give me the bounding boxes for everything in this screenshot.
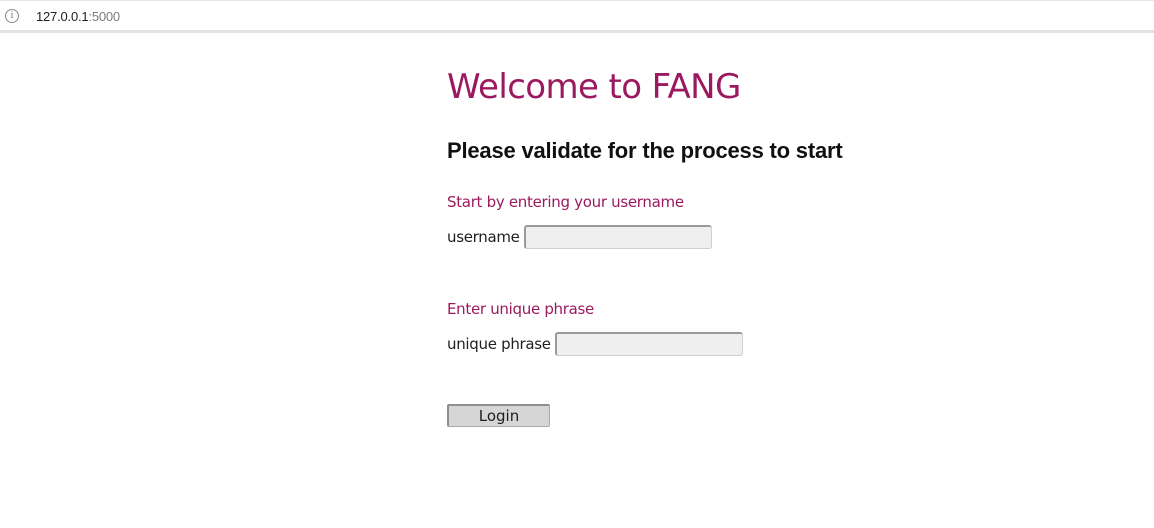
- username-section-label: Start by entering your username: [447, 193, 684, 211]
- url-host: 127.0.0.1: [36, 9, 89, 24]
- phrase-row: unique phrase: [447, 332, 743, 356]
- login-button[interactable]: Login: [447, 404, 550, 427]
- username-label: username: [447, 228, 520, 246]
- page-subtitle: Please validate for the process to start: [447, 138, 843, 163]
- info-icon[interactable]: i: [5, 9, 19, 23]
- username-input[interactable]: [523, 225, 712, 249]
- url-port: :5000: [88, 9, 120, 24]
- phrase-section-label: Enter unique phrase: [447, 300, 594, 318]
- unique-phrase-label: unique phrase: [447, 335, 551, 353]
- login-form: Welcome to FANG Please validate for the …: [447, 60, 1047, 427]
- page-title: Welcome to FANG: [447, 67, 741, 107]
- url-text[interactable]: 127.0.0.1:5000: [36, 9, 120, 25]
- username-row: username: [447, 225, 712, 249]
- unique-phrase-input[interactable]: [554, 332, 743, 356]
- address-bar[interactable]: i 127.0.0.1:5000: [0, 0, 1154, 33]
